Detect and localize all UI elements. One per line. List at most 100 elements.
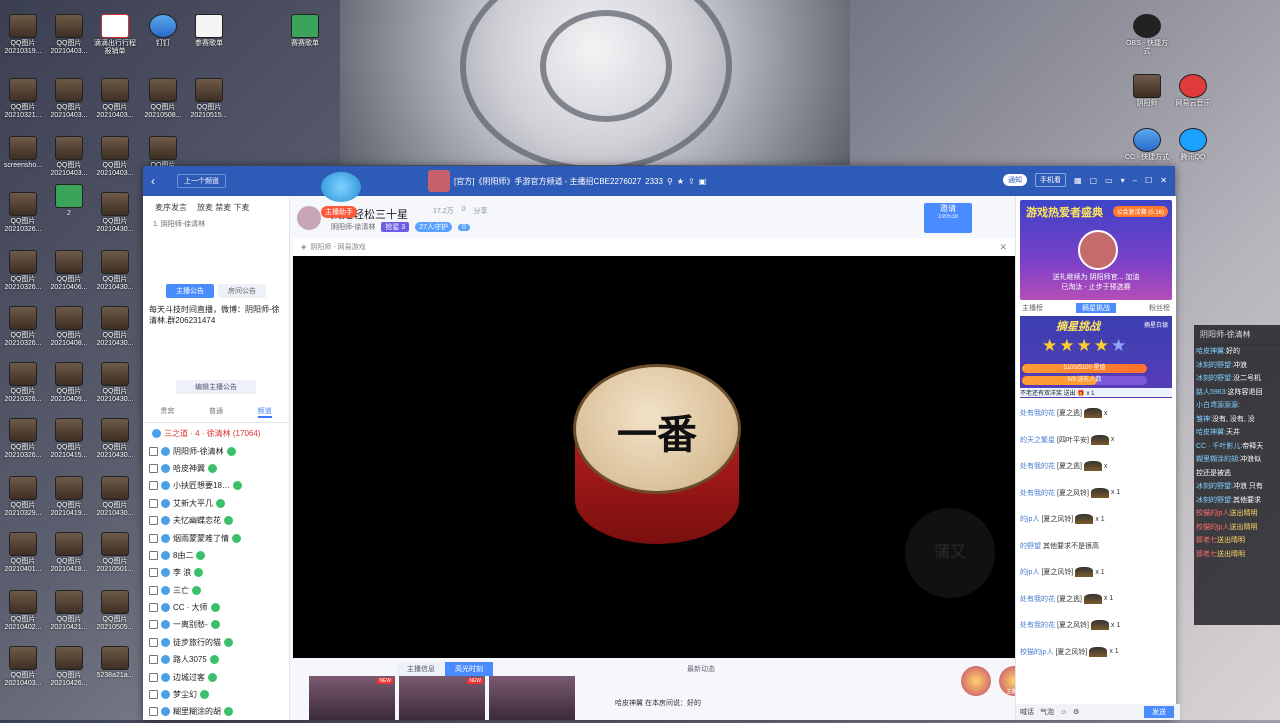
- rank-tag[interactable]: 抢星 3: [381, 222, 410, 232]
- user-list-item[interactable]: 徒步旅行的猫: [149, 634, 283, 651]
- desktop-icon[interactable]: OBS - 快捷方式: [1124, 14, 1170, 56]
- desktop-icon[interactable]: QQ图片 20210508...: [140, 78, 186, 120]
- menu-icon[interactable]: ▾: [1121, 176, 1125, 185]
- user-checkbox[interactable]: [149, 603, 158, 613]
- desktop-icon[interactable]: QQ图片 20210430...: [92, 418, 138, 460]
- desktop-icon[interactable]: QQ图片 20210403...: [92, 136, 138, 178]
- desktop-icon[interactable]: QQ图片 20210409...: [46, 362, 92, 404]
- notify-button[interactable]: 通知: [1002, 174, 1027, 186]
- highlight-thumb[interactable]: NEW: [399, 676, 485, 720]
- tab-star-challenge[interactable]: 摘星挑战: [1076, 303, 1116, 313]
- user-checkbox[interactable]: [149, 655, 158, 665]
- desktop-icon[interactable]: QQ图片 20210430...: [92, 306, 138, 348]
- tab-room-notice[interactable]: 房间公告: [218, 284, 266, 298]
- user-list-item[interactable]: 艾新大平几: [149, 495, 283, 512]
- pip-icon[interactable]: ▭: [1105, 176, 1113, 185]
- gift-sender[interactable]: 处有我的花: [1020, 594, 1055, 604]
- desktop-icon[interactable]: 5238a21a...: [92, 646, 138, 680]
- desktop-icon[interactable]: QQ图片 20210403...: [46, 78, 92, 120]
- desktop-icon[interactable]: QQ图片 20210418...: [46, 532, 92, 574]
- user-list-item[interactable]: 梦尘幻: [149, 686, 283, 703]
- desktop-icon[interactable]: QQ图片 20210319...: [0, 14, 46, 56]
- mic-control-tab[interactable]: 放麦 禁麦 下麦: [197, 202, 249, 213]
- user-list-item[interactable]: 哈皮神翼: [149, 460, 283, 477]
- tab-normal[interactable]: 普通: [209, 406, 223, 418]
- shout-button[interactable]: 喊话: [1020, 707, 1034, 717]
- user-checkbox[interactable]: [149, 620, 158, 630]
- user-list-item[interactable]: 一离别愁-: [149, 616, 283, 633]
- desktop-icon[interactable]: QQ图片 20210326...: [0, 192, 46, 234]
- user-list-item[interactable]: 8由二: [149, 547, 283, 564]
- desktop-icon[interactable]: QQ图片 20210505...: [92, 590, 138, 632]
- desktop-icon[interactable]: 滴滴出行行程报销单: [92, 14, 138, 56]
- user-checkbox[interactable]: [149, 585, 158, 595]
- user-list-item[interactable]: 阴阳师-徐清林: [149, 442, 283, 459]
- tab-host-rank[interactable]: 主播榜: [1022, 303, 1043, 313]
- desktop-icon[interactable]: QQ图片 20210419...: [46, 476, 92, 518]
- tab-channel[interactable]: 频道: [257, 406, 272, 418]
- user-list-item[interactable]: 夫忆幽蝶恋花: [149, 512, 283, 529]
- user-list-item[interactable]: 烟雨蒙蒙难了情: [149, 529, 283, 546]
- desktop-icon[interactable]: QQ图片 20210430...: [92, 250, 138, 292]
- desktop-icon[interactable]: QQ图片 20210403...: [46, 14, 92, 56]
- desktop-icon[interactable]: QQ图片 20210430...: [92, 476, 138, 518]
- gift-sender[interactable]: 的野望: [1020, 541, 1041, 551]
- gift-sender[interactable]: 处有我的花: [1020, 408, 1055, 418]
- user-list-item[interactable]: 李 浪: [149, 564, 283, 581]
- guard-tag[interactable]: 27人守护: [415, 222, 452, 232]
- desktop-icon[interactable]: 赛赛歌单: [282, 14, 328, 48]
- phone-watch-button[interactable]: 手机看: [1034, 173, 1066, 187]
- star-icon[interactable]: ★: [677, 177, 684, 186]
- settings-icon[interactable]: ⚙: [1073, 708, 1079, 716]
- tab-fan-rank[interactable]: 粉丝榜: [1149, 303, 1170, 313]
- mic-queue-tab[interactable]: 麦序发言: [155, 202, 187, 213]
- desktop-icon[interactable]: screensho...: [0, 136, 46, 170]
- desktop-icon[interactable]: QQ图片 20210326...: [0, 306, 46, 348]
- desktop-icon[interactable]: QQ图片 20210406...: [46, 250, 92, 292]
- grid-icon[interactable]: ▦: [1074, 176, 1082, 185]
- user-checkbox[interactable]: [149, 446, 158, 456]
- gift-sender[interactable]: 处有我的花: [1020, 488, 1055, 498]
- edit-notice-button[interactable]: 编辑主播公告: [176, 380, 256, 394]
- desktop-icon[interactable]: QQ图片 20210426...: [46, 646, 92, 688]
- event-banner[interactable]: 游戏热爱者盛典 公会复活赛 (5.16) 送礼继续为 阴阳师官... 加油 已淘…: [1020, 200, 1172, 300]
- user-checkbox[interactable]: [149, 568, 158, 578]
- highlight-thumb[interactable]: NEW: [309, 676, 395, 720]
- layout-icon[interactable]: ▢: [1090, 176, 1098, 185]
- send-button[interactable]: 发送: [1144, 706, 1174, 718]
- user-list-item[interactable]: CC · 大师: [149, 599, 283, 616]
- desktop-icon[interactable]: QQ图片 20210326...: [0, 362, 46, 404]
- gift-sender[interactable]: 处有我的花: [1020, 461, 1055, 471]
- gift-icon[interactable]: [961, 666, 991, 696]
- game-window[interactable]: ◈ 阴阳师 - 网易游戏 ✕ 一番 蒲又: [293, 238, 1015, 658]
- desktop-icon[interactable]: QQ图片 20210403...: [0, 646, 46, 688]
- maximize-icon[interactable]: ☐: [1145, 176, 1152, 185]
- user-checkbox[interactable]: [149, 463, 158, 473]
- drum-icon[interactable]: 一番: [573, 364, 741, 554]
- gift-sender[interactable]: 校猫的jp人: [1020, 647, 1053, 657]
- desktop-icon[interactable]: QQ图片 20210430...: [92, 362, 138, 404]
- desktop-icon[interactable]: 阴阳师: [1124, 74, 1170, 108]
- desktop-icon[interactable]: QQ图片 20210430...: [92, 192, 138, 234]
- tab-vip[interactable]: 贵宾: [160, 406, 174, 418]
- desktop-icon[interactable]: QQ图片 20210401...: [0, 532, 46, 574]
- user-checkbox[interactable]: [149, 498, 158, 508]
- user-list-item[interactable]: 三亡: [149, 582, 283, 599]
- share-icon[interactable]: ⇪: [688, 177, 695, 186]
- minimize-icon[interactable]: –: [1133, 176, 1137, 185]
- desktop-icon[interactable]: QQ图片 20210421...: [46, 590, 92, 632]
- tab-highlights[interactable]: 高光时刻: [445, 662, 493, 676]
- share-link[interactable]: 分享: [474, 206, 488, 216]
- desktop-icon[interactable]: QQ图片 20210326...: [0, 418, 46, 460]
- screen-icon[interactable]: ▣: [699, 177, 707, 186]
- desktop-icon[interactable]: 参赛歌单: [186, 14, 232, 48]
- desktop-icon[interactable]: QQ图片: [140, 136, 186, 170]
- emoji-icon[interactable]: ☺: [1060, 709, 1067, 716]
- desktop-icon[interactable]: QQ图片 20210402...: [0, 590, 46, 632]
- desktop-icon[interactable]: 钉钉: [140, 14, 186, 48]
- mic-seat[interactable]: 1. 阴阳师-徐清林: [143, 219, 289, 229]
- latest-news-label[interactable]: 最新动态: [687, 664, 715, 674]
- desktop-icon[interactable]: 腾讯QQ: [1170, 128, 1216, 162]
- user-checkbox[interactable]: [149, 533, 158, 543]
- user-checkbox[interactable]: [149, 707, 158, 717]
